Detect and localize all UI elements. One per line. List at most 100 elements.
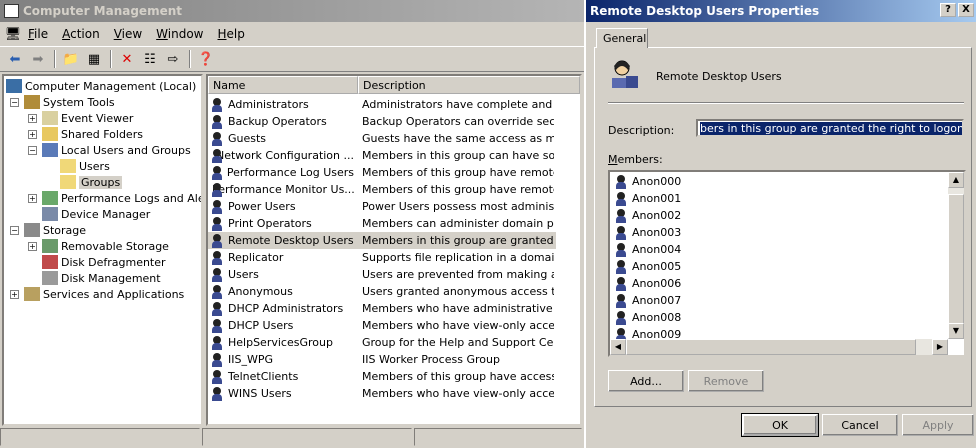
table-row[interactable]: Performance Log Users Members of this gro… [208,164,556,181]
cancel-button[interactable]: Cancel [822,414,898,436]
table-row[interactable]: Users Users are prevented from making ac.… [208,266,556,283]
scroll-thumb[interactable] [626,339,916,355]
tree-node-event-viewer[interactable]: Event Viewer [42,110,133,126]
table-row[interactable]: TelnetClients Members of this group have … [208,368,556,385]
tab-general[interactable]: General [596,28,648,48]
tree-node-system-tools[interactable]: System Tools [24,94,115,110]
delete-icon[interactable]: ✕ [116,49,138,69]
menu-view[interactable]: View [114,27,142,41]
menu-window[interactable]: Window [156,27,203,41]
tree-node-device-manager[interactable]: Device Manager [42,206,150,222]
tree-node-removable-storage[interactable]: Removable Storage [42,238,169,254]
user-icon [614,310,630,325]
dialog-title-bar[interactable]: Remote Desktop Users Properties ? X [586,0,976,22]
row-name-text: Anonymous [228,285,293,298]
tree-node-perf-logs[interactable]: Performance Logs and Alerts [42,190,201,206]
row-name-text: DHCP Administrators [228,302,344,315]
apply-button[interactable]: Apply [902,414,974,436]
export-list-icon[interactable]: ⇨ [162,49,184,69]
horizontal-scrollbar[interactable]: ◀ ▶ [610,339,948,355]
expand-icon[interactable]: + [10,290,19,299]
row-description: Members in this group are granted t... [362,234,554,247]
list-item[interactable]: Anon008 [614,309,681,326]
tree-node-storage[interactable]: Storage [24,222,86,238]
table-row[interactable]: Performance Monitor Us... Members of this… [208,181,556,198]
tree-node-disk-management[interactable]: Disk Management [42,270,161,286]
row-name: Anonymous [210,284,354,299]
table-row[interactable]: Guests Guests have the same access as me.… [208,130,556,147]
group-icon [210,233,226,248]
list-item[interactable]: Anon002 [614,207,681,224]
group-icon [612,60,638,88]
scroll-thumb[interactable] [948,194,964,334]
list-item[interactable]: Anon006 [614,275,681,292]
collapse-icon[interactable]: − [10,226,19,235]
list-item[interactable]: Anon004 [614,241,681,258]
table-row[interactable]: Backup Operators Backup Operators can ove… [208,113,556,130]
tree-node-disk-defrag[interactable]: Disk Defragmenter [42,254,166,270]
table-row[interactable]: Print Operators Members can administer do… [208,215,556,232]
system-menu-icon[interactable]: 🖥 [4,24,22,44]
tree-node-users[interactable]: Users [60,158,110,174]
group-icon [210,335,226,350]
expand-icon[interactable]: + [28,114,37,123]
add-button[interactable]: Add... [608,370,684,392]
ok-button[interactable]: OK [741,413,819,437]
column-header-description[interactable]: Description [358,76,580,94]
close-button[interactable]: X [958,3,974,17]
row-name: DHCP Administrators [210,301,354,316]
table-row[interactable]: WINS Users Members who have view-only acc… [208,385,556,402]
scroll-left-icon[interactable]: ◀ [610,339,626,355]
list-item[interactable]: Anon005 [614,258,681,275]
list-item[interactable]: Anon003 [614,224,681,241]
tree-node-shared-folders[interactable]: Shared Folders [42,126,143,142]
collapse-icon[interactable]: − [28,146,37,155]
member-name: Anon008 [632,311,682,324]
table-row[interactable]: Power Users Power Users possess most admi… [208,198,556,215]
table-row[interactable]: Administrators Administrators have comple… [208,96,556,113]
help-button[interactable]: ? [940,3,956,17]
tree-node-groups[interactable]: Groups [60,174,123,190]
member-name: Anon004 [632,243,682,256]
expand-icon[interactable]: + [28,130,37,139]
members-list[interactable]: Anon000 Anon001 Anon002 Anon003 Anon004 Anon0… [608,170,966,357]
description-field[interactable]: bers in this group are granted the right… [696,119,964,137]
vertical-scrollbar[interactable]: ▲ ▼ [948,172,964,339]
back-icon[interactable]: ⬅ [4,49,26,69]
tree-node-local-users-groups[interactable]: Local Users and Groups [42,142,191,158]
menu-action[interactable]: Action [62,27,100,41]
table-row[interactable]: DHCP Users Members who have view-only acc… [208,317,556,334]
up-folder-icon[interactable]: 📁 [60,49,82,69]
forward-icon[interactable]: ➡ [27,49,49,69]
row-name-text: Power Users [228,200,296,213]
row-description: Members who have administrative a... [362,302,554,315]
column-header-name[interactable]: Name [208,76,358,94]
list-item[interactable]: Anon007 [614,292,681,309]
expand-icon[interactable]: + [28,242,37,251]
table-row[interactable]: Replicator Supports file replication in a… [208,249,556,266]
expand-icon[interactable]: + [28,194,37,203]
table-row[interactable]: IIS_WPG IIS Worker Process Group [208,351,556,368]
row-name-text: WINS Users [228,387,292,400]
tree-node-services-apps[interactable]: Services and Applications [24,286,184,302]
show-hide-tree-icon[interactable]: ▦ [83,49,105,69]
properties-icon[interactable]: ☷ [139,49,161,69]
scroll-down-icon[interactable]: ▼ [948,323,964,339]
main-title-bar[interactable]: Computer Management [0,0,584,22]
table-row[interactable]: DHCP Administrators Members who have admi… [208,300,556,317]
list-item[interactable]: Anon001 [614,190,681,207]
remove-button[interactable]: Remove [688,370,764,392]
help-icon[interactable]: ❓ [195,49,217,69]
tree-node-root[interactable]: Computer Management (Local) [6,78,196,94]
scroll-up-icon[interactable]: ▲ [948,172,964,188]
collapse-icon[interactable]: − [10,98,19,107]
menu-file[interactable]: File [28,27,48,41]
table-row[interactable]: Anonymous Users granted anonymous access … [208,283,556,300]
menu-help[interactable]: Help [218,27,245,41]
table-row[interactable]: HelpServicesGroup Group for the Help and … [208,334,556,351]
list-item[interactable]: Anon000 [614,173,681,190]
table-row[interactable]: Network Configuration ... Members in this… [208,147,556,164]
table-row[interactable]: Remote Desktop Users Members in this grou… [208,232,556,249]
group-icon [210,267,226,282]
scroll-right-icon[interactable]: ▶ [932,339,948,355]
